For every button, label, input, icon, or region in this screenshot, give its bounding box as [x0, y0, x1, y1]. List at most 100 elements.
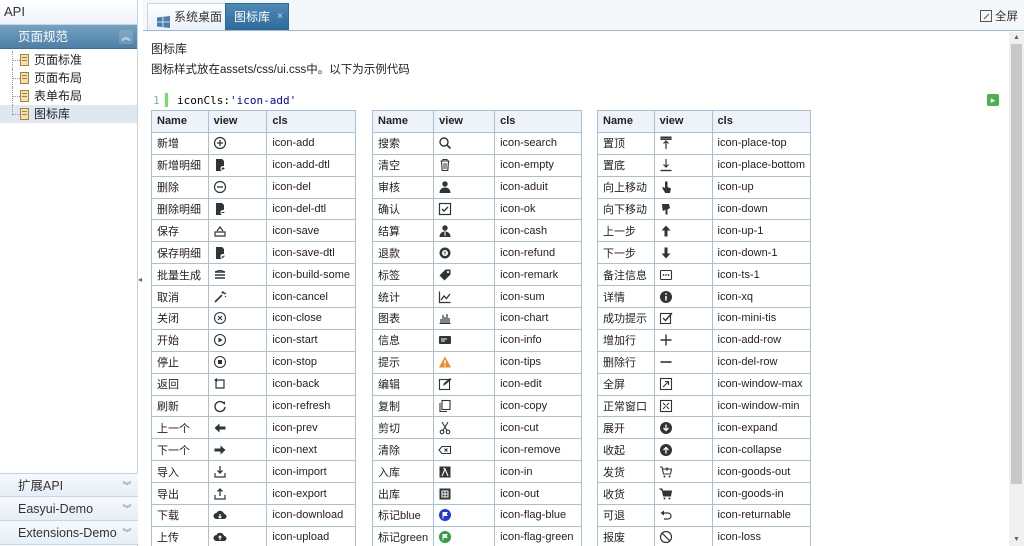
column-header: Name [371, 110, 435, 133]
table-row: 增加行 icon-add-row [597, 328, 812, 352]
chevron-down-icon[interactable]: ︾ [120, 479, 134, 493]
icon-preview [207, 350, 268, 374]
document-icon [20, 72, 29, 84]
icon-class: icon-del-row [711, 350, 812, 374]
icon-class: icon-in [494, 460, 582, 484]
table-header-row: Name view cls [151, 110, 356, 133]
table-row: 搜索 icon-search [371, 131, 582, 155]
icon-table-3: Name view cls 置顶 icon-place-top 置底 icon-place-… [597, 110, 812, 546]
table-row: 向上移动 icon-up [597, 175, 812, 199]
accordion-easyui-demo[interactable]: Easyui-Demo ︾ [0, 497, 138, 521]
hand-up-icon [659, 180, 673, 194]
icon-name: 标签 [371, 263, 435, 287]
icon-class: icon-prev [266, 416, 356, 440]
icon-preview [653, 482, 713, 506]
icon-name: 导入 [151, 460, 209, 484]
icon-class: icon-cut [494, 416, 582, 440]
table-row: 向下移动 icon-down [597, 197, 812, 221]
icon-preview [653, 197, 713, 221]
icon-name: 出库 [371, 482, 435, 506]
export-icon [213, 487, 227, 501]
nav-tree: 页面标准 页面布局 表单布局 图标库 [0, 49, 137, 123]
chevron-down-icon[interactable]: ︾ [120, 526, 134, 540]
icon-class: icon-remove [494, 438, 582, 462]
table-row: 批量生成 icon-build-some [151, 263, 356, 287]
table-row: 停止 icon-stop [151, 350, 356, 374]
icon-class: icon-up [711, 175, 812, 199]
document-icon [20, 108, 29, 120]
icon-name: 保存明细 [151, 241, 209, 265]
icon-name: 审核 [371, 175, 435, 199]
icon-name: 导出 [151, 482, 209, 506]
table-row: 下一步 icon-down-1 [597, 241, 812, 265]
chevron-down-icon[interactable]: ︾ [120, 502, 134, 516]
scroll-down-arrow[interactable]: ▼ [1009, 534, 1024, 546]
icon-preview [207, 175, 268, 199]
table-row: 删除 icon-del [151, 175, 356, 199]
icon-class: icon-xq [711, 285, 812, 309]
icon-name: 上一个 [151, 416, 209, 440]
vertical-scrollbar[interactable]: ▲ ▼ [1009, 32, 1024, 546]
doc-plus-icon [213, 158, 227, 172]
cloud-down-icon [213, 508, 227, 522]
tree-item-page-layout[interactable]: 页面布局 [0, 69, 137, 87]
icon-name: 提示 [371, 350, 435, 374]
fullscreen-button[interactable]: 全屏 [980, 8, 1018, 24]
icon-preview [207, 525, 268, 546]
sidebar-title: API [0, 0, 137, 25]
icon-class: icon-save-dtl [266, 241, 356, 265]
icon-class: icon-tips [494, 350, 582, 374]
column-header: cls [266, 110, 356, 133]
icon-preview [433, 153, 496, 177]
code-tool-icon[interactable]: ▸ [987, 94, 999, 106]
chevron-up-icon[interactable]: ︽ [119, 30, 133, 44]
bar-chart-icon [438, 311, 452, 325]
icon-name: 置底 [597, 153, 655, 177]
arrow-up-icon [659, 224, 673, 238]
table-row: 下载 icon-download [151, 504, 356, 527]
icon-name: 删除 [151, 175, 209, 199]
stack-icon [213, 268, 227, 282]
svg-text:¥: ¥ [444, 251, 447, 257]
column-header: Name [151, 110, 209, 133]
dots-box-icon [659, 268, 673, 282]
icon-class: icon-out [494, 482, 582, 506]
table-row: 开始 icon-start [151, 328, 356, 352]
icon-name: 上一步 [597, 219, 655, 243]
icon-preview [207, 328, 268, 352]
table-row: 下一个 icon-next [151, 438, 356, 462]
icon-class: icon-save [266, 219, 356, 243]
icon-preview [207, 131, 268, 155]
tree-item-icon-library[interactable]: 图标库 [0, 105, 137, 123]
table-row: 清除 icon-remove [371, 438, 582, 462]
table-row: 保存 icon-save [151, 219, 356, 243]
scroll-thumb[interactable] [1011, 44, 1022, 484]
table-row: 刷新 icon-refresh [151, 394, 356, 418]
icon-class: icon-down-1 [711, 241, 812, 265]
icon-preview [207, 307, 268, 330]
icon-preview [207, 504, 268, 527]
tree-item-form-layout[interactable]: 表单布局 [0, 87, 137, 105]
accordion-page-spec[interactable]: 页面规范 ︽ [0, 25, 137, 49]
accordion-extension-api[interactable]: 扩展API ︾ [0, 473, 138, 497]
close-icon[interactable]: × [277, 4, 283, 30]
doc-save-icon [213, 246, 227, 260]
cloud-up-icon [213, 530, 227, 544]
scroll-up-arrow[interactable]: ▲ [1009, 32, 1024, 44]
icon-preview [653, 175, 713, 199]
icon-class: icon-loss [711, 525, 812, 546]
tab-desktop[interactable]: 系统桌面 [147, 3, 232, 30]
import-icon [213, 465, 227, 479]
table-row: 置底 icon-place-bottom [597, 153, 812, 177]
icon-name: 发货 [597, 460, 655, 484]
icon-name: 编辑 [371, 372, 435, 396]
accordion-extensions-demo[interactable]: Extensions-Demo ︾ [0, 521, 138, 545]
icon-preview [653, 285, 713, 309]
table-row: 新增明细 icon-add-dtl [151, 153, 356, 177]
tree-item-page-standard[interactable]: 页面标准 [0, 51, 137, 69]
undo-icon [659, 508, 673, 522]
tab-icon-library[interactable]: 图标库 × [225, 3, 290, 30]
icon-name: 下一个 [151, 438, 209, 462]
icon-preview [433, 307, 496, 330]
icon-class: icon-mini-tis [711, 307, 812, 330]
